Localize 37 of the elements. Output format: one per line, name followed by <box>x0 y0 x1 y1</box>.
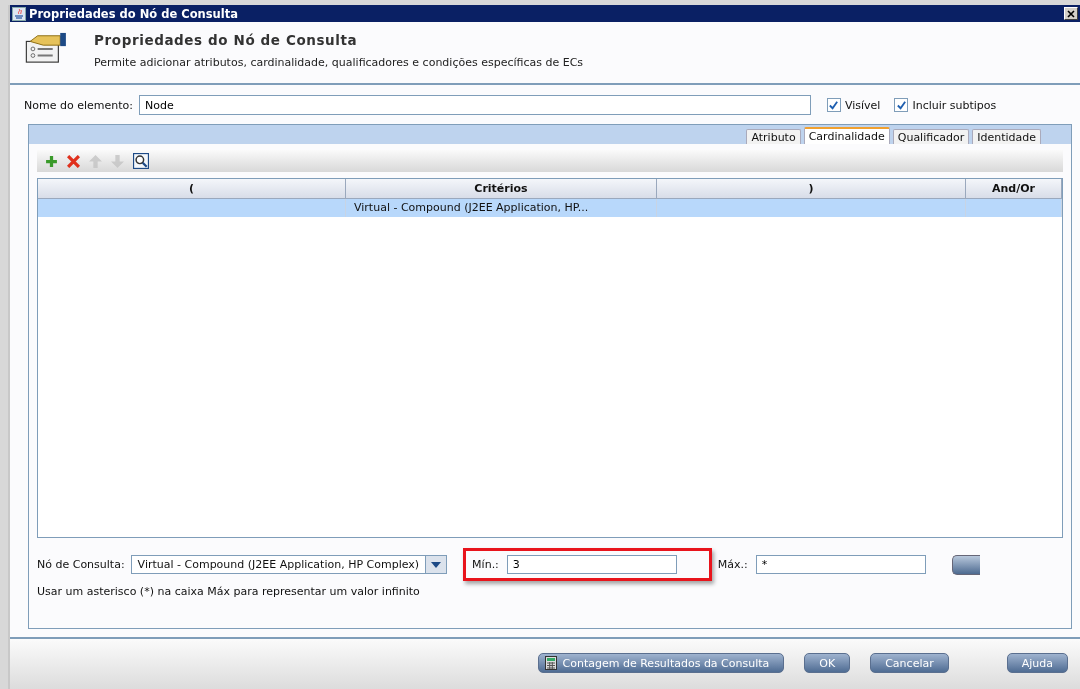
column-header[interactable]: ) <box>657 179 966 199</box>
column-header[interactable]: Critérios <box>346 179 657 199</box>
field-label: Nome do elemento: <box>24 98 133 112</box>
tab[interactable]: Identidade <box>972 129 1041 144</box>
up-arrow-icon <box>89 154 102 168</box>
field-label: Mín.: <box>472 558 499 571</box>
tab[interactable]: Atributo <box>746 129 801 144</box>
dialog-description: Permite adicionar atributos, cardinalidade, qualificadores e condições específicas de ECs <box>94 56 584 69</box>
close-button[interactable] <box>1064 7 1078 20</box>
checkbox[interactable] <box>894 98 909 112</box>
checkbox-label: Incluir subtipos <box>912 98 997 112</box>
down-arrow-icon <box>111 154 124 168</box>
delete-icon <box>67 154 80 168</box>
column-header[interactable]: And/Or <box>966 179 1062 199</box>
dialog-heading: Propriedades do Nó de Consulta <box>94 32 359 48</box>
min-field[interactable]: 3 <box>506 555 677 574</box>
calculator-icon <box>544 656 557 670</box>
name-field[interactable]: Node <box>138 95 811 115</box>
toolbar-button[interactable] <box>133 153 149 169</box>
button[interactable] <box>951 554 980 575</box>
field-label: Máx.: <box>717 558 748 571</box>
app-icon <box>12 6 26 21</box>
add-icon <box>45 154 58 168</box>
hint-text: Usar um asterisco (*) na caixa Máx para representar um valor infinito <box>36 584 421 598</box>
table-cell: Virtual - Compound (J2EE Application, HP... <box>346 199 657 217</box>
dialog-button[interactable]: Ajuda <box>1006 653 1068 673</box>
window-title: Propriedades do Nó de Consulta <box>29 6 239 21</box>
column-header[interactable]: ( <box>38 179 346 199</box>
field-label: Nó de Consulta: <box>37 558 125 571</box>
caret-icon <box>431 561 442 568</box>
query-node-dropdown[interactable]: Virtual - Compound (J2EE Application, HP Complex) <box>130 555 448 574</box>
search-icon <box>133 153 149 169</box>
tab[interactable]: Qualificador <box>892 129 970 144</box>
max-field[interactable]: * <box>755 555 926 574</box>
tab[interactable]: Cardinalidade <box>803 127 890 144</box>
checkbox-label: Visível <box>844 98 881 112</box>
checkbox[interactable] <box>826 98 841 112</box>
